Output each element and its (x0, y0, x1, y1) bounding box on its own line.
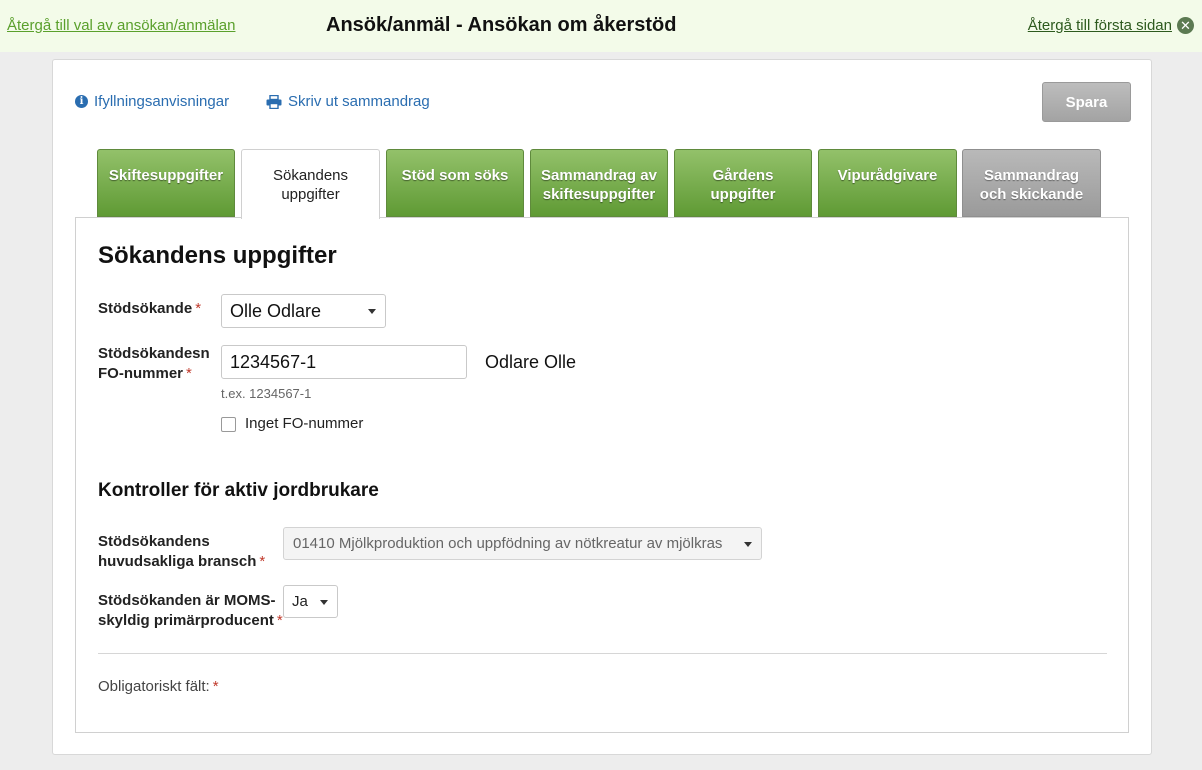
mandatory-field-note: Obligatoriskt fält: * (98, 678, 219, 695)
tab-label: uppgifter (710, 186, 776, 203)
branch-select[interactable]: 01410 Mjölkproduktion och uppfödning av … (283, 527, 762, 560)
required-marker: * (259, 553, 266, 570)
tab-gardens-uppgifter[interactable]: Gårdens uppgifter (674, 149, 812, 217)
close-icon: ✕ (1177, 17, 1194, 34)
chevron-down-icon (368, 309, 376, 314)
page-title: Ansök/anmäl - Ansökan om åkerstöd (326, 14, 677, 36)
mandatory-note-text: Obligatoriskt fält: (98, 678, 210, 695)
chevron-down-icon (744, 541, 752, 547)
tab-label: Stöd som söks (401, 167, 509, 184)
fo-number-hint: t.ex. 1234567-1 (221, 386, 312, 401)
vat-label-line2: skyldig primärproducent (98, 612, 274, 629)
fo-number-label: Stödsökandesn FO-nummer * (98, 344, 210, 384)
applicant-label: Stödsökande * (98, 299, 201, 319)
tab-label: och skickande (979, 186, 1084, 203)
chevron-down-icon (320, 599, 328, 605)
tab-label: Sammandrag (983, 167, 1080, 184)
tab-sammandrag-och-skickande[interactable]: Sammandrag och skickande (962, 149, 1101, 217)
vat-liable-value: Ja (292, 593, 308, 610)
applicant-select[interactable]: Olle Odlare (221, 294, 386, 328)
tab-skiftesuppgifter[interactable]: Skiftesuppgifter (97, 149, 235, 217)
branch-label-line1: Stödsökandens (98, 533, 210, 550)
back-to-selection-link[interactable]: Återgå till val av ansökan/anmälan (7, 17, 235, 34)
applicant-label-text: Stödsökande (98, 300, 193, 317)
applicant-select-value: Olle Odlare (230, 300, 322, 321)
branch-select-value: 01410 Mjölkproduktion och uppfödning av … (293, 535, 723, 552)
tab-label: Gårdens (712, 167, 774, 184)
no-fo-number-label[interactable]: Inget FO-nummer (245, 415, 363, 432)
fo-number-input[interactable]: 1234567-1 (221, 345, 467, 379)
application-card: i Ifyllningsanvisningar Skriv ut sammand… (52, 59, 1152, 755)
save-button[interactable]: Spara (1042, 82, 1131, 122)
top-bar: Återgå till val av ansökan/anmälan Ansök… (0, 0, 1202, 52)
no-fo-number-checkbox[interactable] (221, 417, 236, 432)
back-to-home-label: Återgå till första sidan (1027, 17, 1172, 34)
vat-liable-select[interactable]: Ja (283, 585, 338, 618)
fo-holder-name: Odlare Olle (485, 352, 577, 372)
active-farmer-heading: Kontroller för aktiv jordbrukare (98, 480, 379, 501)
print-summary-link[interactable]: Skriv ut sammandrag (266, 93, 430, 110)
tab-sammandrag-av-skiftesuppgifter[interactable]: Sammandrag av skiftesuppgifter (530, 149, 668, 217)
branch-label: Stödsökandens huvudsakliga bransch * (98, 532, 265, 572)
fo-number-value: 1234567-1 (230, 351, 317, 372)
required-marker: * (276, 612, 283, 629)
printer-icon (266, 94, 282, 109)
print-summary-label: Skriv ut sammandrag (288, 93, 430, 110)
divider (98, 653, 1107, 654)
vat-label: Stödsökanden är MOMS- skyldig primärprod… (98, 591, 283, 631)
required-marker: * (195, 300, 202, 317)
required-marker: * (186, 365, 192, 382)
tab-label: Sökandens (272, 167, 349, 184)
info-icon: i (75, 95, 88, 108)
applicant-details-panel: Sökandens uppgifter Stödsökande * Olle Od… (75, 217, 1129, 733)
tab-label: Skiftesuppgifter (108, 167, 224, 184)
instructions-link[interactable]: i Ifyllningsanvisningar (75, 93, 229, 110)
section-heading: Sökandens uppgifter (98, 242, 337, 269)
fo-number-label-line2: FO-nummer (98, 365, 184, 382)
tab-label: uppgifter (281, 186, 340, 203)
tab-label: skiftesuppgifter (542, 186, 656, 203)
vat-label-line1: Stödsökanden är MOMS- (98, 592, 276, 609)
required-marker: * (212, 678, 219, 695)
tab-vipuradgivare[interactable]: Vipurådgivare (818, 149, 957, 217)
tab-label: Sammandrag av (541, 167, 657, 184)
tab-label: Vipurådgivare (837, 167, 938, 184)
back-to-home-link[interactable]: Återgå till första sidan ✕ (1028, 17, 1194, 34)
tab-sokandens-uppgifter[interactable]: Sökandens uppgifter (241, 149, 380, 219)
fo-number-label-line1: Stödsökandesn (98, 345, 210, 362)
branch-label-line2: huvudsakliga bransch (98, 553, 257, 570)
instructions-label: Ifyllningsanvisningar (94, 93, 230, 110)
tab-stod-som-soks[interactable]: Stöd som söks (386, 149, 524, 217)
